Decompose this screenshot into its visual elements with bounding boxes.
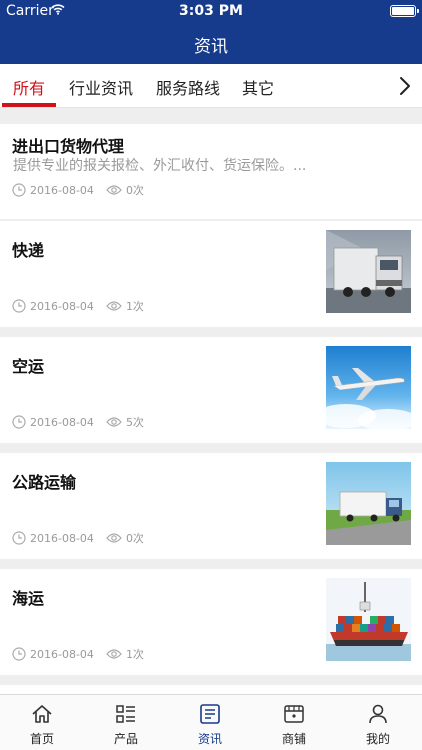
- bottom-tab-home[interactable]: 首页: [0, 695, 84, 750]
- article-card[interactable]: 公路运输 2016-08-04 0次: [0, 453, 422, 559]
- article-date: 2016-08-04: [30, 647, 94, 661]
- bottom-tab-products[interactable]: 产品: [84, 695, 168, 750]
- bottom-tab-bar: 首页 产品 资讯 商铺 我的: [0, 694, 422, 750]
- eye-icon: [106, 301, 122, 311]
- clock-icon: [12, 299, 26, 313]
- article-meta: 2016-08-04 1次: [12, 298, 144, 314]
- tab-service-routes[interactable]: 服务路线: [156, 75, 220, 99]
- truck-thumbnail: [326, 230, 411, 313]
- eye-icon: [106, 185, 122, 195]
- article-card[interactable]: 快递 2016-08-04 1次: [0, 221, 422, 327]
- bottom-tab-store[interactable]: 商铺: [252, 695, 336, 750]
- clock-icon: [12, 183, 26, 197]
- bottom-tab-label: 产品: [113, 732, 138, 746]
- article-card[interactable]: 空运 2016-08-04 5次: [0, 337, 422, 443]
- article-title: 空运: [12, 357, 45, 376]
- navigation-bar: 资讯: [0, 22, 422, 64]
- clock: 3:03 PM: [179, 3, 243, 19]
- tab-industry-news[interactable]: 行业资讯: [69, 75, 133, 99]
- article-title: 进出口货物代理: [12, 137, 125, 156]
- eye-icon: [106, 533, 122, 543]
- article-meta: 2016-08-04 0次: [12, 182, 144, 198]
- home-icon: [32, 705, 52, 723]
- store-icon: [284, 705, 304, 723]
- article-date: 2016-08-04: [30, 183, 94, 197]
- article-summary: 提供专业的报关报检、外汇收付、货运保险。...: [13, 158, 307, 174]
- article-title: 公路运输: [12, 473, 77, 492]
- article-meta: 2016-08-04 5次: [12, 414, 144, 430]
- article-date: 2016-08-04: [30, 531, 94, 545]
- article-meta: 2016-08-04 1次: [12, 646, 144, 662]
- tab-all[interactable]: 所有: [13, 75, 45, 99]
- article-title: 海运: [12, 589, 45, 608]
- bottom-tab-profile[interactable]: 我的: [336, 695, 420, 750]
- article-card[interactable]: 海运 2016-08-04 1次: [0, 569, 422, 675]
- eye-icon: [106, 417, 122, 427]
- list-icon: [116, 705, 135, 723]
- battery-icon: [390, 5, 419, 17]
- active-tab-indicator: [2, 103, 56, 107]
- bottom-tab-label: 商铺: [281, 732, 306, 746]
- news-icon: [200, 704, 220, 724]
- eye-icon: [106, 649, 122, 659]
- status-bar: Carrier 3:03 PM: [0, 0, 422, 22]
- bottom-tab-label: 首页: [29, 732, 54, 746]
- article-date: 2016-08-04: [30, 415, 94, 429]
- article-meta: 2016-08-04 0次: [12, 530, 144, 546]
- bottom-tab-label: 我的: [365, 732, 390, 746]
- article-card[interactable]: 进出口货物代理 提供专业的报关报检、外汇收付、货运保险。... 2016-08-…: [0, 124, 422, 219]
- article-list: 进出口货物代理 提供专业的报关报检、外汇收付、货运保险。... 2016-08-…: [0, 108, 422, 694]
- tab-other[interactable]: 其它: [242, 75, 274, 99]
- clock-icon: [12, 647, 26, 661]
- article-views: 0次: [125, 532, 144, 545]
- clock-icon: [12, 415, 26, 429]
- airplane-thumbnail: [326, 346, 411, 429]
- clock-icon: [12, 531, 26, 545]
- article-title: 快递: [12, 241, 45, 260]
- article-card[interactable]: [0, 685, 422, 694]
- article-views: 5次: [125, 416, 144, 429]
- category-tabs: 所有 行业资讯 服务路线 其它: [0, 64, 422, 108]
- article-views: 1次: [125, 648, 144, 661]
- article-views: 0次: [125, 184, 144, 197]
- article-views: 1次: [125, 300, 144, 313]
- chevron-right-icon[interactable]: [394, 74, 416, 98]
- bottom-tab-label: 资讯: [197, 732, 222, 746]
- page-title: 资讯: [194, 37, 228, 57]
- user-icon: [369, 704, 387, 724]
- truck-road-thumbnail: [326, 462, 411, 545]
- container-ship-thumbnail: [326, 578, 411, 661]
- bottom-tab-news[interactable]: 资讯: [168, 695, 252, 750]
- article-date: 2016-08-04: [30, 299, 94, 313]
